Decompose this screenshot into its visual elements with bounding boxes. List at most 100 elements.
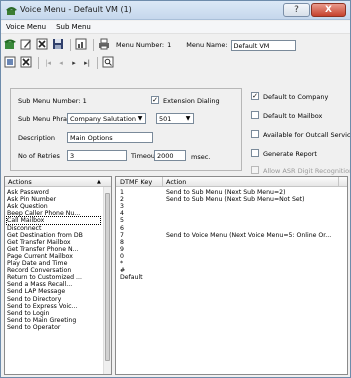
actions-scrollbar[interactable]: [103, 187, 111, 374]
report-icon: [75, 38, 87, 52]
action-list-item[interactable]: Beep Caller Phone Nu...: [7, 210, 100, 217]
action-list-item[interactable]: Return to Customized ...: [7, 274, 100, 281]
edit-button[interactable]: [19, 38, 33, 52]
dtmf-action-cell[interactable]: [166, 253, 344, 260]
dtmf-action-cell[interactable]: [166, 203, 344, 210]
save-button[interactable]: [51, 38, 65, 52]
action-list-item[interactable]: Send to Operator: [7, 324, 100, 331]
action-list-item[interactable]: Ask Pin Number: [7, 196, 100, 203]
close-button[interactable]: X: [311, 3, 346, 17]
action-list-item[interactable]: Send to Main Greeting: [7, 317, 100, 324]
action-list-item[interactable]: Ask Password: [7, 189, 100, 196]
action-list-item[interactable]: Send a Mass Recall...: [7, 281, 100, 288]
asr-digit-recognition-checkbox: [251, 166, 259, 174]
actions-list[interactable]: Actions ▲ Ask Password Ask Pin Number Ask …: [4, 176, 112, 375]
default-to-company-label: Default to Company: [263, 93, 329, 101]
action-list-item[interactable]: Play Date and Time: [7, 260, 100, 267]
dtmf-key-cell[interactable]: Default: [120, 274, 143, 281]
description-field[interactable]: Main Options: [67, 132, 153, 143]
generate-report-checkbox[interactable]: [251, 149, 259, 157]
action-list-item[interactable]: Send to Login: [7, 310, 100, 317]
search-button[interactable]: [101, 56, 115, 70]
phrase-code-select[interactable]: 501 ▼: [156, 113, 194, 124]
remove-button[interactable]: [19, 56, 33, 70]
edit-icon: [20, 38, 32, 52]
action-list-item[interactable]: Page Current Mailbox: [7, 253, 100, 260]
report-button[interactable]: [74, 38, 88, 52]
view-button[interactable]: [3, 56, 17, 70]
dtmf-key-header[interactable]: DTMF Key: [120, 177, 152, 187]
dtmf-action-cell[interactable]: [166, 246, 344, 253]
actions-scroll-thumb[interactable]: [105, 193, 110, 361]
chevron-down-icon: ▼: [137, 115, 143, 122]
menu-voice-menu[interactable]: Voice Menu: [1, 23, 51, 31]
save-icon: [52, 38, 64, 52]
default-to-mailbox-checkbox[interactable]: [251, 111, 259, 119]
dtmf-list[interactable]: DTMF Key Action 1 Send to Sub Menu (Next …: [115, 176, 348, 375]
action-list-item[interactable]: Call Mailbox: [6, 216, 101, 226]
menu-number-value: 1: [167, 41, 172, 49]
timeout-unit: msec.: [191, 153, 211, 161]
action-list-item[interactable]: Send LAP Message: [7, 288, 100, 295]
menu-name-field[interactable]: Default VM: [230, 39, 296, 51]
action-list-item[interactable]: Disconnect: [7, 225, 100, 232]
dtmf-action-cell[interactable]: [166, 274, 344, 281]
next-record-button[interactable]: ▸: [68, 57, 80, 69]
dtmf-key-cell[interactable]: *: [120, 260, 123, 267]
voice-menu-window: Voice Menu - Default VM (1) ? X Voice Me…: [0, 0, 351, 378]
outcall-services-checkbox[interactable]: [251, 130, 259, 138]
help-button[interactable]: ?: [283, 3, 310, 17]
asr-digit-recognition-label: Allow ASR Digit Recognition: [263, 167, 351, 175]
actions-list-header[interactable]: Actions ▲: [5, 177, 111, 187]
dtmf-key-cell[interactable]: 2: [120, 196, 124, 203]
dtmf-action-cell[interactable]: [166, 267, 344, 274]
action-list-item[interactable]: Ask Question: [7, 203, 100, 210]
menu-sub-menu[interactable]: Sub Menu: [51, 23, 96, 31]
action-list-item[interactable]: Get Transfer Phone N...: [7, 246, 100, 253]
sub-menu-phrase-select[interactable]: Company Salutation ▼: [67, 113, 146, 124]
menu-number-label: Menu Number:: [116, 41, 165, 49]
timeout-field[interactable]: 2000: [154, 150, 186, 161]
print-button[interactable]: [97, 38, 111, 52]
dtmf-action-header[interactable]: Action: [166, 177, 186, 187]
action-list-item[interactable]: Get Destination from DB: [7, 232, 100, 239]
first-record-button[interactable]: |◂: [42, 57, 54, 69]
dtmf-key-cell[interactable]: 8: [120, 239, 124, 246]
action-list-item[interactable]: Record Conversation: [7, 267, 100, 274]
dtmf-key-cell[interactable]: 6: [120, 225, 124, 232]
action-list-item[interactable]: Get Transfer Mailbox: [7, 239, 100, 246]
action-list-item[interactable]: Send to Directory: [7, 296, 100, 303]
action-list-item[interactable]: Send to Express Voic...: [7, 303, 100, 310]
dtmf-action-cell[interactable]: Send to Voice Menu (Next Voice Menu=5: O…: [166, 232, 344, 239]
dtmf-action-cell[interactable]: [166, 210, 344, 217]
dtmf-action-cell[interactable]: [166, 225, 344, 232]
dtmf-key-cell[interactable]: 4: [120, 210, 124, 217]
dtmf-key-cell[interactable]: 3: [120, 203, 124, 210]
dtmf-key-cell[interactable]: 9: [120, 246, 124, 253]
sort-up-icon: ▲: [97, 179, 101, 185]
window-title: Voice Menu - Default VM (1): [20, 5, 132, 14]
dtmf-action-cell[interactable]: [166, 217, 344, 224]
chevron-down-icon: ▼: [185, 115, 191, 122]
dtmf-key-cell[interactable]: #: [120, 267, 125, 274]
title-bar[interactable]: Voice Menu - Default VM (1) ? X: [1, 1, 350, 20]
help-icon: ?: [294, 5, 299, 15]
delete-button[interactable]: [35, 38, 49, 52]
prev-record-button[interactable]: ◂: [55, 57, 67, 69]
extension-dialing-checkbox[interactable]: ✓: [151, 96, 159, 104]
dtmf-action-cell[interactable]: [166, 260, 344, 267]
last-record-button[interactable]: ▸|: [81, 57, 93, 69]
dtmf-key-cell[interactable]: 1: [120, 189, 124, 196]
new-menu-button[interactable]: [3, 38, 17, 52]
retries-field[interactable]: 3: [67, 150, 127, 161]
dtmf-action-cell[interactable]: [166, 239, 344, 246]
dtmf-key-cell[interactable]: 7: [120, 232, 124, 239]
actions-header-label: Actions: [8, 178, 32, 186]
dtmf-key-cell[interactable]: 0: [120, 253, 124, 260]
dtmf-action-cell[interactable]: Send to Sub Menu (Next Sub Menu=2): [166, 189, 344, 196]
toolbar-separator: [93, 39, 94, 51]
dtmf-action-cell[interactable]: Send to Sub Menu (Next Sub Menu=Not Set): [166, 196, 344, 203]
default-to-company-checkbox[interactable]: ✓: [251, 92, 259, 100]
toolbar-separator: [97, 57, 98, 69]
dtmf-key-cell[interactable]: 5: [120, 217, 124, 224]
